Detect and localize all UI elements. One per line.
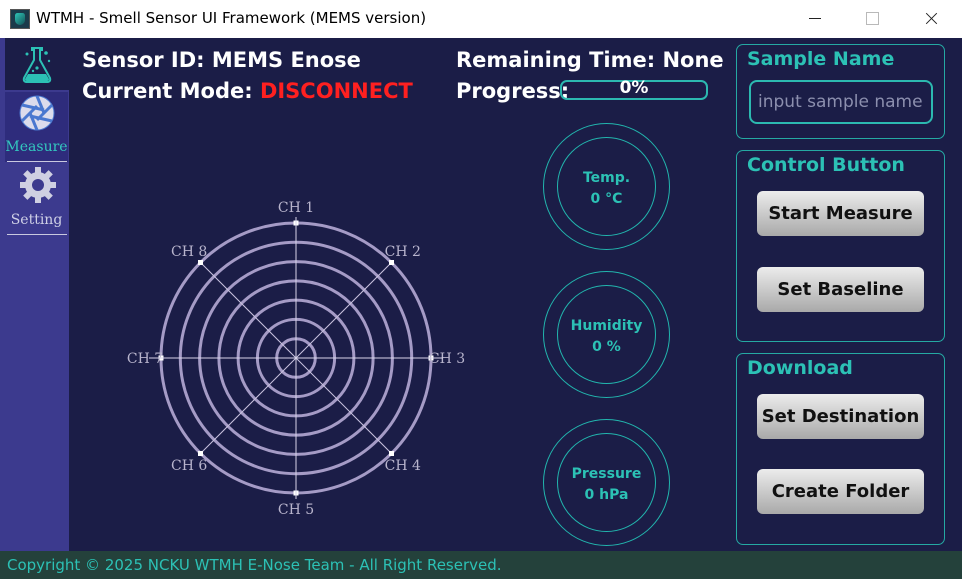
- close-button[interactable]: [908, 0, 954, 38]
- progress-bar: 0%: [560, 78, 708, 100]
- radar-axis-marker: [198, 451, 203, 456]
- sensor-id-value: MEMS Enose: [211, 48, 361, 72]
- radar-channel-label: CH 2: [385, 244, 421, 260]
- progress-label: Progress:: [456, 79, 570, 103]
- gear-icon: [20, 167, 56, 203]
- download-panel: Download Set Destination Create Folder: [736, 353, 945, 545]
- gauge-ring: [557, 433, 656, 532]
- radar-chart: CH 1 CH 2 CH 3 CH 4 CH 5 CH 6 CH 7 CH 8: [127, 200, 465, 518]
- gauge-value: 0 °C: [590, 191, 623, 207]
- sidebar: Measure Setting: [0, 38, 69, 551]
- sidebar-item-label: Setting: [10, 212, 63, 228]
- remaining-time: Remaining Time: None: [456, 48, 724, 72]
- progress-value: 0%: [619, 78, 649, 98]
- radar-axis: [295, 357, 392, 454]
- radar-axis: [200, 262, 297, 359]
- sidebar-item-setting[interactable]: Setting: [5, 163, 68, 233]
- current-mode-label: Current Mode:: [82, 79, 253, 103]
- title-bar: WTMH - Smell Sensor UI Framework (MEMS v…: [0, 0, 962, 38]
- radar-channel-label: CH 5: [278, 502, 314, 518]
- current-mode-value: DISCONNECT: [259, 79, 413, 103]
- panel-title: Download: [747, 357, 853, 379]
- temperature-gauge: Temp. 0 °C: [543, 123, 670, 250]
- radar-channel-label: CH 7: [127, 351, 163, 367]
- radar-axis: [200, 357, 297, 454]
- sensor-id: Sensor ID: MEMS Enose: [82, 48, 361, 72]
- radar-channel-label: CH 6: [171, 458, 207, 474]
- sample-name-panel: Sample Name: [736, 44, 945, 139]
- radar-axis: [295, 262, 392, 359]
- control-button-panel: Control Button Start Measure Set Baselin…: [736, 150, 945, 342]
- gauge-label: Humidity: [570, 318, 643, 334]
- gauge-label: Temp.: [582, 170, 631, 186]
- minimize-button[interactable]: [792, 0, 838, 38]
- sidebar-divider: [7, 234, 67, 235]
- radar-axis-marker: [389, 451, 394, 456]
- panel-title: Control Button: [747, 154, 905, 176]
- remaining-time-label: Remaining Time:: [456, 48, 656, 72]
- set-baseline-button[interactable]: Set Baseline: [757, 267, 924, 312]
- start-measure-button[interactable]: Start Measure: [757, 191, 924, 236]
- radar-axis-marker: [198, 260, 203, 265]
- aperture-icon: [19, 95, 55, 131]
- gauge-ring: [557, 285, 656, 384]
- radar-channel-label: CH 8: [171, 244, 207, 260]
- pressure-gauge: Pressure 0 hPa: [543, 419, 670, 546]
- footer: Copyright © 2025 NCKU WTMH E-Nose Team -…: [0, 551, 962, 579]
- gauge-label: Pressure: [571, 466, 642, 482]
- gauge-ring: [557, 137, 656, 236]
- sidebar-item-measure[interactable]: Measure: [5, 92, 68, 162]
- window-title: WTMH - Smell Sensor UI Framework (MEMS v…: [36, 9, 427, 27]
- radar-channel-label: CH 3: [429, 351, 465, 367]
- radar-axis-marker: [389, 260, 394, 265]
- create-folder-button[interactable]: Create Folder: [757, 469, 924, 514]
- maximize-button[interactable]: [849, 0, 895, 38]
- sample-name-input[interactable]: [749, 80, 933, 124]
- flask-logo-icon: [5, 38, 69, 90]
- remaining-time-value: None: [662, 48, 724, 72]
- current-mode: Current Mode: DISCONNECT: [82, 79, 413, 103]
- sidebar-item-label: Measure: [5, 139, 68, 155]
- set-destination-button[interactable]: Set Destination: [757, 394, 924, 439]
- gauge-value: 0 %: [592, 339, 621, 355]
- gauge-value: 0 hPa: [584, 487, 629, 503]
- app-icon: [10, 9, 30, 29]
- sensor-id-label: Sensor ID:: [82, 48, 205, 72]
- radar-channel-label: CH 1: [278, 200, 314, 216]
- panel-title: Sample Name: [747, 48, 895, 70]
- radar-channel-label: CH 4: [385, 458, 421, 474]
- sidebar-divider: [7, 161, 67, 162]
- humidity-gauge: Humidity 0 %: [543, 271, 670, 398]
- copyright-text: Copyright © 2025 NCKU WTMH E-Nose Team -…: [7, 556, 502, 574]
- main-window: Measure Setting Sensor ID: MEMS Enose Cu…: [0, 38, 962, 579]
